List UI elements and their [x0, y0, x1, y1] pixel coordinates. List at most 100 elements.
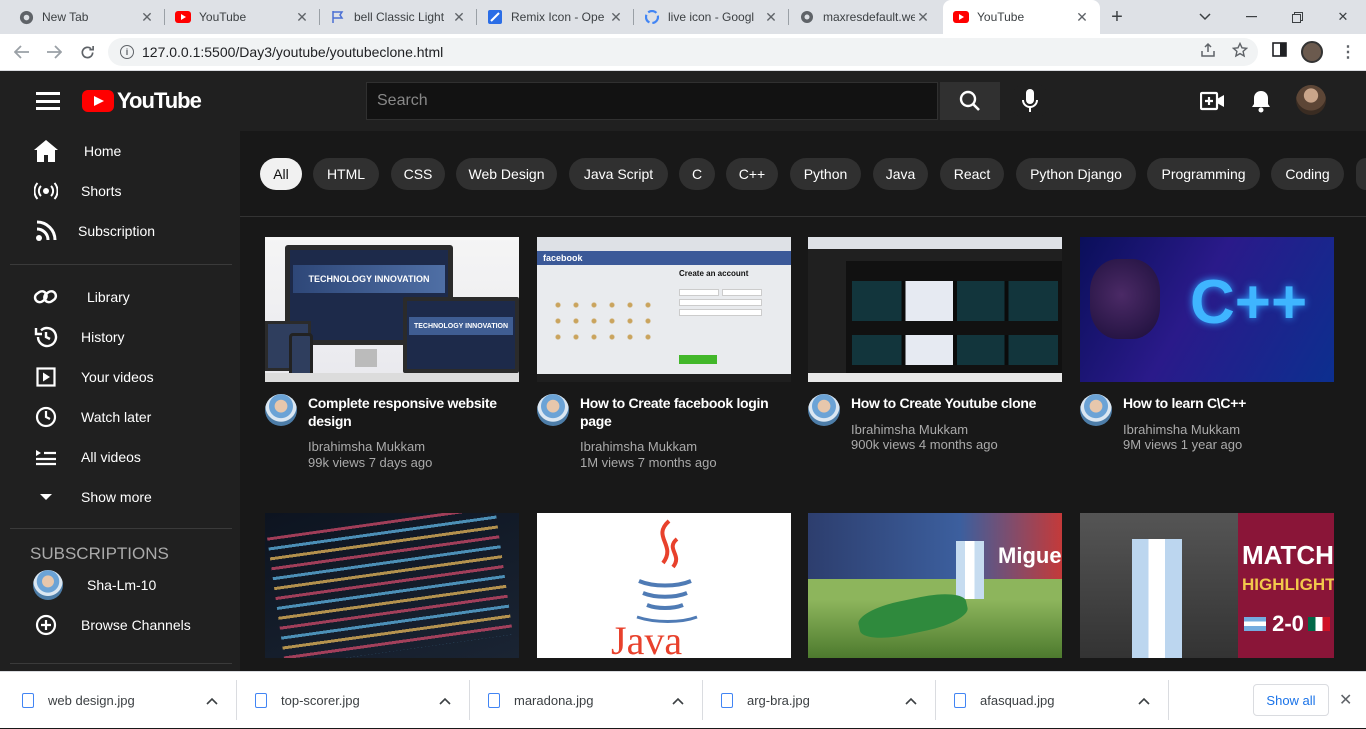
close-tab-icon[interactable]: ✕	[915, 9, 931, 26]
video-card[interactable]: C++ How to learn C\C++ Ibrahimsha Mukkam…	[1080, 237, 1334, 482]
video-card[interactable]: Java	[537, 513, 791, 658]
site-info-icon[interactable]: i	[120, 45, 134, 59]
video-thumbnail[interactable]: Java	[537, 513, 791, 658]
video-card[interactable]: MATCH HIGHLIGHTS 2-0	[1080, 513, 1334, 658]
close-tab-icon[interactable]: ✕	[139, 9, 155, 26]
download-item[interactable]: top-scorer.jpg	[255, 672, 451, 729]
minimize-icon[interactable]	[1228, 0, 1274, 34]
channel-avatar[interactable]	[265, 394, 297, 426]
chip[interactable]: Python Django	[1016, 158, 1136, 190]
back-icon[interactable]	[7, 34, 37, 70]
video-thumbnail[interactable]: C++	[1080, 237, 1334, 382]
chevron-up-icon[interactable]	[439, 694, 451, 708]
voice-search-button[interactable]	[1010, 82, 1050, 120]
close-tab-icon[interactable]: ✕	[451, 9, 467, 26]
chip[interactable]: Programming	[1147, 158, 1260, 190]
browser-tab[interactable]: maxresdefault.we ✕	[789, 0, 941, 34]
sidebar-item-library[interactable]: Library	[0, 277, 240, 317]
video-thumbnail[interactable]: facebook Create an account	[537, 237, 791, 382]
chip[interactable]: C++	[726, 158, 778, 190]
chevron-up-icon[interactable]	[672, 694, 684, 708]
browser-tab[interactable]: YouTube ✕	[165, 0, 320, 34]
chip[interactable]: CSS	[391, 158, 445, 190]
channel-name[interactable]: Ibrahimsha Mukkam	[851, 422, 968, 438]
chevron-up-icon[interactable]	[206, 694, 218, 708]
show-all-button[interactable]: Show all	[1253, 684, 1329, 716]
tab-search-icon[interactable]	[1182, 0, 1228, 34]
browser-tab[interactable]: bell Classic Light ✕	[320, 0, 477, 34]
chip[interactable]: React	[940, 158, 1004, 190]
sidebar-item-home[interactable]: Home	[0, 131, 240, 171]
more-menu-icon[interactable]: ⋮	[1340, 42, 1356, 62]
download-item[interactable]: arg-bra.jpg	[721, 672, 917, 729]
video-card[interactable]	[265, 513, 519, 658]
close-shelf-icon[interactable]: ✕	[1339, 690, 1352, 710]
video-title[interactable]: How to Create Youtube clone	[851, 394, 1056, 412]
video-card[interactable]: TECHNOLOGY INNOVATION TECHNOLOGY INNOVAT…	[265, 237, 519, 482]
chip[interactable]: Web Design	[456, 158, 557, 190]
close-tab-icon[interactable]: ✕	[294, 9, 310, 26]
sidebar-item-your-videos[interactable]: Your videos	[0, 357, 240, 397]
video-title[interactable]: How to Create facebook login page	[580, 394, 785, 430]
video-thumbnail[interactable]: Miguel	[808, 513, 1062, 658]
channel-name[interactable]: Ibrahimsha Mukkam	[1123, 422, 1240, 438]
channel-name[interactable]: Ibrahimsha Mukkam	[580, 439, 697, 455]
channel-avatar[interactable]	[537, 394, 569, 426]
video-thumbnail[interactable]: MATCH HIGHLIGHTS 2-0	[1080, 513, 1334, 658]
video-title[interactable]: Complete responsive website design	[308, 394, 513, 430]
video-thumbnail[interactable]	[265, 513, 519, 658]
forward-icon[interactable]	[39, 34, 69, 70]
create-video-icon[interactable]	[1200, 88, 1226, 114]
user-avatar[interactable]	[1296, 85, 1326, 115]
browser-tab-active[interactable]: YouTube ✕	[943, 0, 1100, 34]
download-item[interactable]: maradona.jpg	[488, 672, 684, 729]
browser-tab[interactable]: live icon - Googl ✕	[634, 0, 789, 34]
sidebar-item-show-more[interactable]: Show more	[0, 477, 240, 517]
close-tab-icon[interactable]: ✕	[608, 9, 624, 26]
sidebar-item-browse-channels[interactable]: Browse Channels	[0, 605, 240, 645]
download-item[interactable]: afasquad.jpg	[954, 672, 1150, 729]
video-thumbnail[interactable]: TECHNOLOGY INNOVATION TECHNOLOGY INNOVAT…	[265, 237, 519, 382]
bookmark-star-icon[interactable]	[1231, 41, 1249, 63]
chevron-up-icon[interactable]	[905, 694, 917, 708]
video-title[interactable]: How to learn C\C++	[1123, 394, 1328, 412]
share-icon[interactable]	[1200, 42, 1216, 63]
chip-all[interactable]: All	[260, 158, 302, 190]
profile-avatar[interactable]	[1301, 41, 1323, 63]
close-window-icon[interactable]: ✕	[1320, 0, 1366, 34]
chip[interactable]: HTML	[313, 158, 379, 190]
search-button[interactable]	[940, 82, 1000, 120]
chevron-up-icon[interactable]	[1138, 694, 1150, 708]
close-tab-icon[interactable]: ✕	[1074, 9, 1090, 26]
sidebar-item-all-videos[interactable]: All videos	[0, 437, 240, 477]
video-thumbnail[interactable]	[808, 237, 1062, 382]
video-card[interactable]: How to Create Youtube clone Ibrahimsha M…	[808, 237, 1062, 482]
reload-icon[interactable]	[72, 34, 102, 70]
chip[interactable]: Java	[873, 158, 928, 190]
video-card[interactable]: Miguel	[808, 513, 1062, 658]
new-tab-icon[interactable]: +	[1097, 0, 1137, 34]
sidebar-channel-item[interactable]: Sha-Lm-10	[0, 565, 240, 605]
sidebar-item-subscription[interactable]: Subscription	[0, 211, 240, 251]
browser-tab[interactable]: New Tab ✕	[8, 0, 165, 34]
sidebar-item-history[interactable]: History	[0, 317, 240, 357]
chip[interactable]: Python	[790, 158, 861, 190]
channel-name[interactable]: Ibrahimsha Mukkam	[308, 439, 425, 455]
restore-icon[interactable]	[1274, 0, 1320, 34]
chip[interactable]: Coding	[1271, 158, 1344, 190]
channel-avatar[interactable]	[1080, 394, 1112, 426]
menu-icon[interactable]	[36, 92, 60, 110]
download-item[interactable]: web design.jpg	[22, 672, 218, 729]
chip[interactable]: C	[679, 158, 715, 190]
close-tab-icon[interactable]: ✕	[763, 9, 779, 26]
chip[interactable]: Java Script	[569, 158, 668, 190]
notifications-bell-icon[interactable]	[1248, 88, 1274, 114]
video-card[interactable]: facebook Create an account How to Create…	[537, 237, 791, 482]
omnibox[interactable]: i 127.0.0.1:5500/Day3/youtube/youtubeclo…	[108, 38, 1258, 66]
browser-tab[interactable]: Remix Icon - Ope ✕	[477, 0, 634, 34]
chip-partial[interactable]	[1356, 158, 1366, 190]
sidebar-item-shorts[interactable]: Shorts	[0, 171, 240, 211]
side-panel-icon[interactable]	[1272, 42, 1287, 62]
channel-avatar[interactable]	[808, 394, 840, 426]
search-input[interactable]	[366, 82, 938, 120]
